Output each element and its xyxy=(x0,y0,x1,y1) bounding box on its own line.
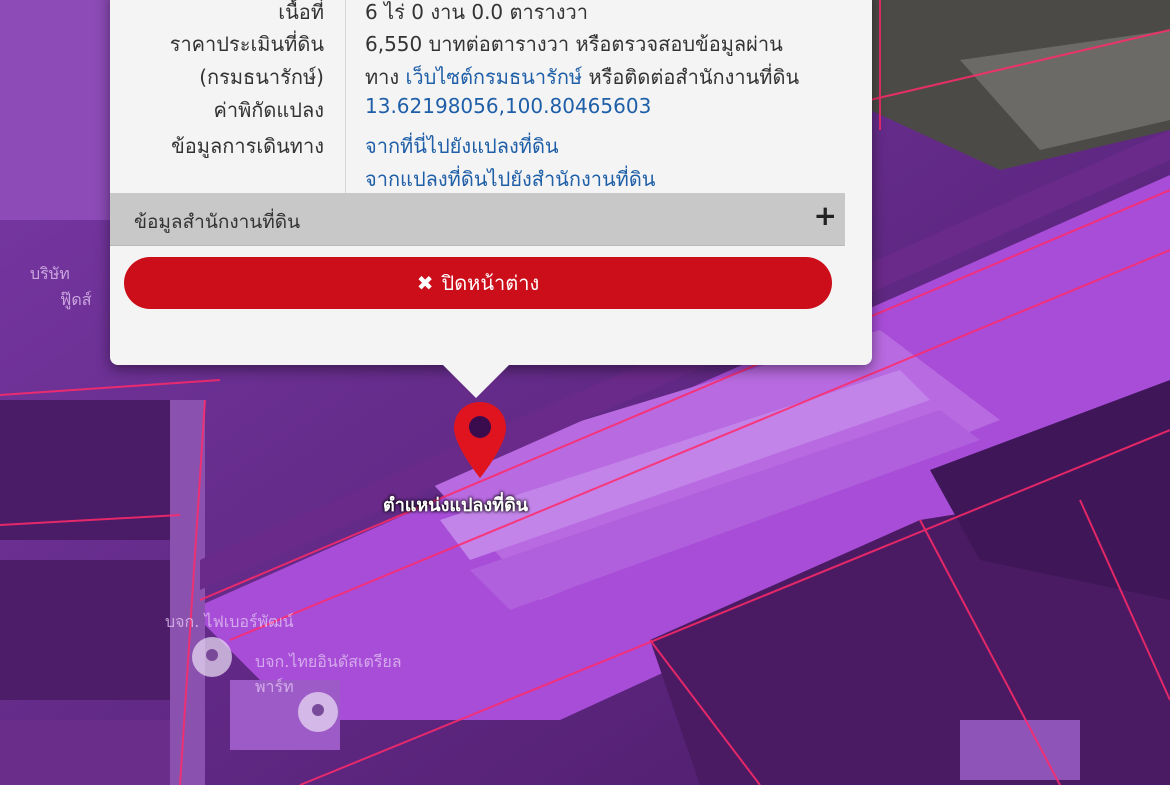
value-prefix: ทาง xyxy=(365,65,400,89)
row-value: 6,550 บาทต่อตารางวา หรือตรวจสอบข้อมูลผ่า… xyxy=(365,32,783,56)
land-office-section-toggle[interactable]: ข้อมูลสำนักงานที่ดิน + xyxy=(110,193,845,246)
poi-label: บริษัท xyxy=(30,264,70,283)
close-button-label: ปิดหน้าต่าง xyxy=(441,271,540,295)
info-row-directions-office: จากแปลงที่ดินไปยังสำนักงานที่ดิน xyxy=(110,163,872,195)
value-suffix: หรือติดต่อสำนักงานที่ดิน xyxy=(588,65,800,89)
section-title: ข้อมูลสำนักงานที่ดิน xyxy=(134,211,301,233)
coordinates-link[interactable]: 13.62198056,100.80465603 xyxy=(365,94,651,118)
row-value: 6 ไร่ 0 งาน 0.0 ตารางวา xyxy=(365,0,588,24)
directions-to-parcel-link[interactable]: จากที่นี่ไปยังแปลงที่ดิน xyxy=(365,130,559,162)
plus-icon[interactable]: + xyxy=(814,199,837,232)
row-label: (กรมธนารักษ์) xyxy=(199,65,324,89)
info-row-area: เนื้อที่ 6 ไร่ 0 งาน 0.0 ตารางวา xyxy=(110,0,872,28)
poi-label: บจก. ไฟเบอร์พัฒน์ xyxy=(165,612,294,631)
row-value: ทาง เว็บไซต์กรมธนารักษ์ หรือติดต่อสำนักง… xyxy=(365,61,799,93)
info-row-appraisal: ราคาประเมินที่ดิน 6,550 บาทต่อตารางวา หร… xyxy=(110,28,872,60)
location-marker-icon[interactable] xyxy=(452,400,508,480)
info-row-treasury: (กรมธนารักษ์) ทาง เว็บไซต์กรมธนารักษ์ หร… xyxy=(110,61,872,93)
parcel-info-popup: เนื้อที่ 6 ไร่ 0 งาน 0.0 ตารางวา ราคาประ… xyxy=(110,0,872,365)
poi-label: บจก.ไทยอินดัสเตรียล พาร์ท xyxy=(255,652,402,696)
treasury-website-link[interactable]: เว็บไซต์กรมธนารักษ์ xyxy=(406,65,583,89)
row-label: ข้อมูลการเดินทาง xyxy=(171,134,324,158)
popup-pointer xyxy=(440,362,512,398)
row-label: ค่าพิกัดแปลง xyxy=(213,98,325,122)
row-label: ราคาประเมินที่ดิน xyxy=(169,32,324,56)
close-window-button[interactable]: ✖ ปิดหน้าต่าง xyxy=(124,257,832,309)
marker-label: ตำแหน่งแปลงที่ดิน xyxy=(383,495,529,516)
directions-to-office-link[interactable]: จากแปลงที่ดินไปยังสำนักงานที่ดิน xyxy=(365,163,655,195)
info-row-coordinates: ค่าพิกัดแปลง 13.62198056,100.80465603 xyxy=(110,94,872,126)
close-icon: ✖ xyxy=(416,271,434,295)
poi-pin-icon[interactable] xyxy=(192,637,232,677)
poi-label: ฟู๊ดส์ xyxy=(60,290,92,309)
info-row-directions: ข้อมูลการเดินทาง จากที่นี่ไปยังแปลงที่ดิ… xyxy=(110,130,872,162)
row-label: เนื้อที่ xyxy=(278,0,324,24)
